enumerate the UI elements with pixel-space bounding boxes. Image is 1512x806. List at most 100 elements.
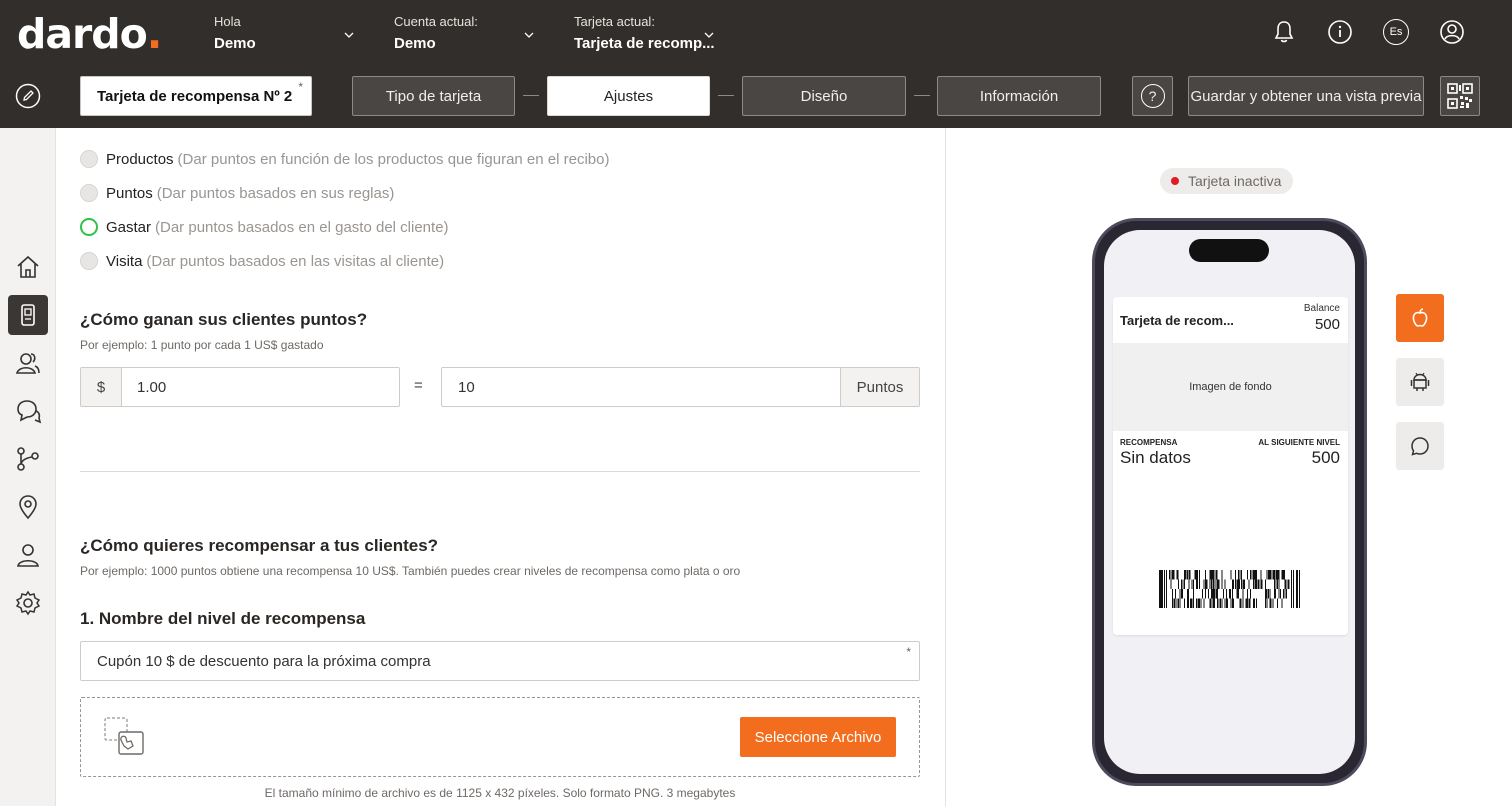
pass-balance-label: Balance xyxy=(1303,303,1340,314)
radio-button[interactable] xyxy=(80,150,98,168)
user-icon[interactable] xyxy=(1439,19,1465,45)
clients-icon[interactable] xyxy=(14,349,42,377)
android-icon xyxy=(1410,372,1430,391)
reward-level-name-field[interactable]: Cupón 10 $ de descuento para la próxima … xyxy=(80,641,920,681)
greeting-label: Hola xyxy=(214,14,241,29)
section-divider xyxy=(80,471,920,472)
card-name-text: Tarjeta de recompensa Nº 2 xyxy=(97,87,293,105)
step-settings[interactable]: Ajustes xyxy=(547,76,710,116)
wallet-pass: Tarjeta de recom... Balance 500 Imagen d… xyxy=(1113,297,1348,635)
platform-message-button[interactable] xyxy=(1396,422,1444,470)
save-preview-button[interactable]: Guardar y obtener una vista previa xyxy=(1188,76,1424,116)
option-description: (Dar puntos basados en las visitas al cl… xyxy=(146,252,445,270)
file-requirements-note: El tamaño mínimo de archivo es de 1125 x… xyxy=(264,786,736,800)
chevron-down-icon xyxy=(344,32,354,38)
mechanic-option-products[interactable]: Productos (Dar puntos en función de los … xyxy=(80,147,609,171)
mechanic-option-points[interactable]: Puntos (Dar puntos basados en sus reglas… xyxy=(80,181,394,205)
option-description: (Dar puntos basados en sus reglas) xyxy=(156,184,395,202)
step-card-type[interactable]: Tipo de tarjeta xyxy=(352,76,515,116)
account-label: Cuenta actual: xyxy=(394,14,478,29)
sidebar xyxy=(0,128,56,806)
card-label: Tarjeta actual: xyxy=(574,14,655,29)
card-icon[interactable] xyxy=(14,301,42,329)
spend-amount-value: 1.00 xyxy=(137,378,167,396)
option-label: Visita xyxy=(106,252,143,270)
step-information[interactable]: Información xyxy=(937,76,1101,116)
dardo-logo[interactable]: dardo. xyxy=(17,13,162,55)
step-separator xyxy=(718,95,734,96)
file-dropzone[interactable]: Seleccione Archivo xyxy=(80,697,920,777)
option-description: (Dar puntos en función de los productos … xyxy=(177,150,610,168)
info-icon[interactable] xyxy=(1327,19,1353,45)
spend-amount-field[interactable]: $ 1.00 xyxy=(80,367,400,407)
pass-barcode xyxy=(1159,570,1300,608)
reward-hint: Por ejemplo: 1000 puntos obtiene una rec… xyxy=(80,564,741,578)
mechanic-option-visit[interactable]: Visita (Dar puntos basados en las visita… xyxy=(80,249,444,273)
option-description: (Dar puntos basados en el gasto del clie… xyxy=(155,218,449,236)
help-button[interactable]: ? xyxy=(1132,76,1173,116)
phone-mockup: Tarjeta de recom... Balance 500 Imagen d… xyxy=(1092,218,1367,786)
status-badge: Tarjeta inactiva xyxy=(1160,168,1294,194)
status-text: Tarjeta inactiva xyxy=(1188,173,1282,189)
card-value: Tarjeta de recomp... xyxy=(574,35,715,52)
bell-icon[interactable] xyxy=(1271,19,1297,45)
flows-icon[interactable] xyxy=(14,445,42,473)
option-label: Productos xyxy=(106,150,174,168)
chevron-down-icon xyxy=(524,32,534,38)
greeting-value: Demo xyxy=(214,35,256,52)
card-name-field[interactable]: Tarjeta de recompensa Nº 2 * xyxy=(80,76,312,116)
card-preview-panel: Tarjeta inactiva Tarjeta de recom... Bal… xyxy=(945,128,1512,806)
apple-icon xyxy=(1412,308,1428,327)
radio-button[interactable] xyxy=(80,252,98,270)
pass-reward-value: Sin datos xyxy=(1120,448,1191,467)
qr-code-icon xyxy=(1447,83,1473,109)
select-file-button[interactable]: Seleccione Archivo xyxy=(740,717,896,757)
radio-button-selected[interactable] xyxy=(80,218,98,236)
account-value: Demo xyxy=(394,35,436,52)
card-selector[interactable]: Tarjeta actual: Tarjeta de recomp... xyxy=(574,14,715,55)
required-mark: * xyxy=(906,645,911,659)
reward-level-title: 1. Nombre del nivel de recompensa xyxy=(80,609,366,628)
settings-icon[interactable] xyxy=(14,589,42,617)
profile-icon[interactable] xyxy=(14,541,42,569)
points-amount-field[interactable]: 10 Puntos xyxy=(441,367,920,407)
mechanic-option-spend[interactable]: Gastar (Dar puntos basados en el gasto d… xyxy=(80,215,449,239)
pass-next-level-value: 500 xyxy=(1311,448,1340,467)
pass-background-image: Imagen de fondo xyxy=(1113,343,1348,431)
location-icon[interactable] xyxy=(14,493,42,521)
chat-icon xyxy=(1411,437,1429,456)
step-separator xyxy=(914,95,930,96)
dynamic-island xyxy=(1189,239,1269,262)
editor-toolbar: Tarjeta de recompensa Nº 2 * Tipo de tar… xyxy=(0,64,1512,128)
reward-level-name-value: Cupón 10 $ de descuento para la próxima … xyxy=(97,652,431,670)
account-selector[interactable]: Cuenta actual: Demo xyxy=(394,14,534,55)
reward-title: ¿Cómo quieres recompensar a tus clientes… xyxy=(80,536,439,555)
upload-image-icon xyxy=(104,717,144,755)
equals-sign: = xyxy=(414,377,423,394)
earn-points-title: ¿Cómo ganan sus clientes puntos? xyxy=(80,310,368,329)
phone-screen: Tarjeta de recom... Balance 500 Imagen d… xyxy=(1104,230,1355,774)
chat-icon[interactable] xyxy=(14,397,42,425)
edit-icon[interactable] xyxy=(15,83,41,109)
home-icon[interactable] xyxy=(14,253,42,281)
points-amount-value: 10 xyxy=(458,378,475,396)
language-icon[interactable]: Es xyxy=(1383,19,1409,45)
platform-apple-button[interactable] xyxy=(1396,294,1444,342)
inactive-dot xyxy=(1171,177,1179,185)
pass-balance-value: 500 xyxy=(1314,316,1340,333)
option-label: Puntos xyxy=(106,184,153,202)
greeting-selector[interactable]: Hola Demo xyxy=(214,14,354,55)
settings-content: Productos (Dar puntos en función de los … xyxy=(57,128,945,806)
pass-title: Tarjeta de recom... xyxy=(1120,313,1234,328)
pass-next-level-label: AL SIGUIENTE NIVEL xyxy=(1258,438,1340,447)
platform-android-button[interactable] xyxy=(1396,358,1444,406)
step-design[interactable]: Diseño xyxy=(742,76,906,116)
qr-button[interactable] xyxy=(1440,76,1480,116)
earn-points-hint: Por ejemplo: 1 punto por cada 1 US$ gast… xyxy=(80,338,324,352)
required-mark: * xyxy=(298,80,303,94)
help-icon: ? xyxy=(1140,84,1165,108)
currency-addon: $ xyxy=(81,368,122,406)
pass-reward-label: RECOMPENSA xyxy=(1120,438,1178,447)
points-unit-addon: Puntos xyxy=(840,368,919,406)
radio-button[interactable] xyxy=(80,184,98,202)
